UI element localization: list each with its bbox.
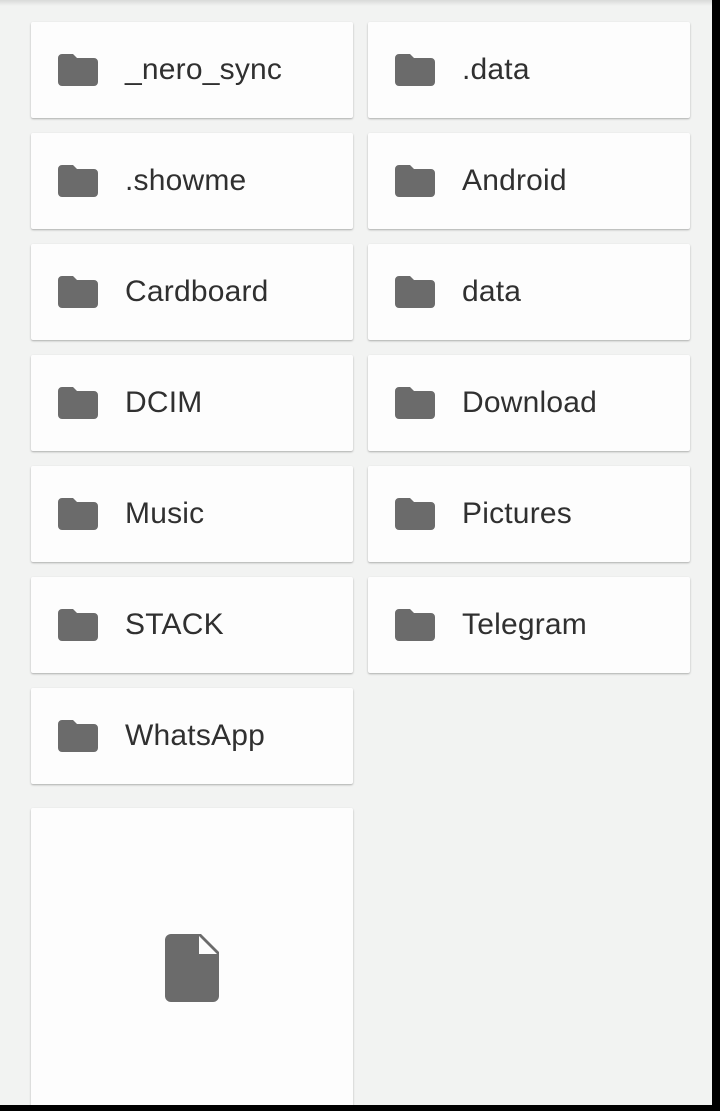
- folder-icon: [395, 54, 435, 86]
- folder-name: data: [462, 275, 522, 308]
- folder-item[interactable]: WhatsApp: [31, 688, 353, 784]
- folder-item[interactable]: .data: [368, 22, 690, 118]
- file-icon: [165, 934, 219, 1002]
- folder-item[interactable]: DCIM: [31, 355, 353, 451]
- folder-icon: [58, 54, 98, 86]
- folder-item[interactable]: Cardboard: [31, 244, 353, 340]
- file-card[interactable]: [31, 808, 353, 1105]
- folder-name: .showme: [125, 164, 247, 197]
- file-browser-screen: _nero_sync .data .showme Android Cardboard da…: [0, 0, 712, 1105]
- folder-item[interactable]: STACK: [31, 577, 353, 673]
- folder-name: Cardboard: [125, 275, 269, 308]
- folder-name: Android: [462, 164, 567, 197]
- folder-name: Telegram: [462, 608, 587, 641]
- folder-item[interactable]: Telegram: [368, 577, 690, 673]
- folder-name: DCIM: [125, 386, 203, 419]
- folder-name: Pictures: [462, 497, 572, 530]
- folder-name: .data: [462, 53, 530, 86]
- folder-icon: [395, 498, 435, 530]
- folder-name: _nero_sync: [125, 53, 283, 86]
- folder-icon: [58, 276, 98, 308]
- folder-name: WhatsApp: [125, 719, 265, 752]
- folder-item[interactable]: Music: [31, 466, 353, 562]
- folder-item[interactable]: Android: [368, 133, 690, 229]
- folder-icon: [395, 165, 435, 197]
- folder-item[interactable]: _nero_sync: [31, 22, 353, 118]
- folder-name: STACK: [125, 608, 224, 641]
- top-shadow: [0, 0, 712, 6]
- folder-icon: [395, 276, 435, 308]
- folder-icon: [58, 387, 98, 419]
- folder-icon: [58, 720, 98, 752]
- folder-icon: [58, 165, 98, 197]
- folder-name: Music: [125, 497, 205, 530]
- folder-icon: [395, 609, 435, 641]
- folder-grid: _nero_sync .data .showme Android Cardboard da…: [31, 22, 690, 784]
- folder-item[interactable]: Download: [368, 355, 690, 451]
- folder-item[interactable]: Pictures: [368, 466, 690, 562]
- folder-name: Download: [462, 386, 598, 419]
- folder-icon: [58, 609, 98, 641]
- folder-item[interactable]: data: [368, 244, 690, 340]
- folder-icon: [58, 498, 98, 530]
- folder-icon: [395, 387, 435, 419]
- folder-item[interactable]: .showme: [31, 133, 353, 229]
